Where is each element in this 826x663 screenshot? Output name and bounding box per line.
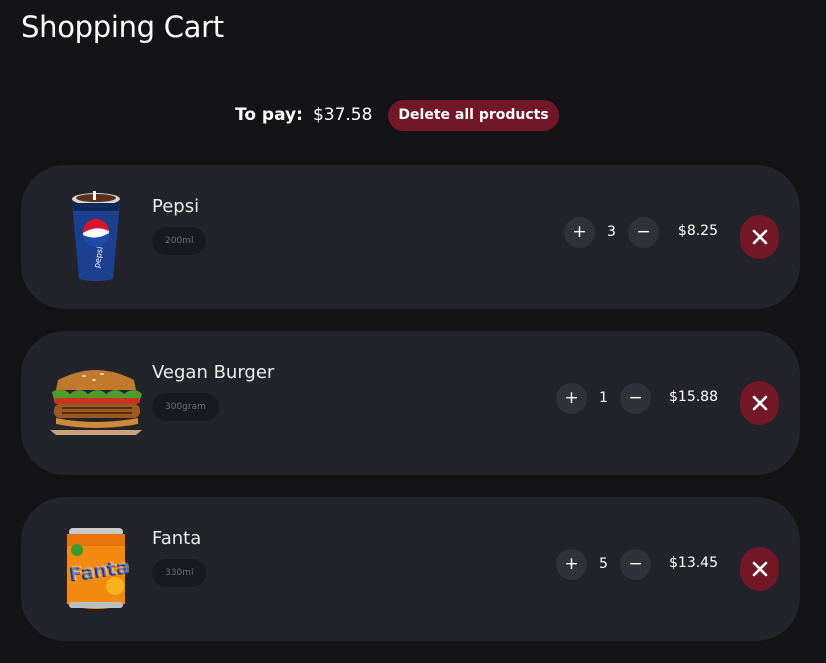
decrease-quantity-button[interactable]: − <box>628 216 659 248</box>
size-badge: 330ml <box>152 559 207 587</box>
increase-quantity-button[interactable]: + <box>564 216 595 248</box>
item-name: Fanta <box>152 528 202 549</box>
close-icon <box>752 561 767 577</box>
burger-icon <box>41 347 151 459</box>
quantity-stepper: + 1 − <box>556 382 651 414</box>
item-price: $15.88 <box>669 389 718 405</box>
cart-item-pepsi: pepsi Pepsi 200ml + 3 − $8.25 <box>21 165 800 309</box>
item-name: Vegan Burger <box>152 362 275 383</box>
decrease-quantity-button[interactable]: − <box>620 382 651 414</box>
item-price: $8.25 <box>677 223 718 239</box>
remove-item-button[interactable] <box>740 215 779 259</box>
cart-summary: To pay: $37.58 Delete all products <box>235 99 559 131</box>
increase-quantity-button[interactable]: + <box>556 548 587 580</box>
fanta-can-icon: Fanta Fanta <box>41 513 151 625</box>
to-pay-label: To pay: <box>235 105 303 125</box>
quantity-stepper: + 5 − <box>556 548 651 580</box>
item-name: Pepsi <box>152 196 200 217</box>
cart-item-fanta: Fanta Fanta Fanta 330ml + 5 − $13.45 <box>21 497 800 641</box>
close-icon <box>752 229 767 245</box>
increase-quantity-button[interactable]: + <box>556 382 587 414</box>
pepsi-cup-icon: pepsi <box>41 181 151 293</box>
close-icon <box>752 395 767 411</box>
to-pay-value: $37.58 <box>312 105 373 125</box>
decrease-quantity-button[interactable]: − <box>620 548 651 580</box>
quantity-value: 1 <box>599 390 608 406</box>
delete-all-button[interactable]: Delete all products <box>388 99 559 131</box>
quantity-value: 3 <box>607 224 616 240</box>
item-price: $13.45 <box>669 555 718 571</box>
size-badge: 200ml <box>152 227 207 255</box>
quantity-stepper: + 3 − <box>564 216 659 248</box>
cart-list: pepsi Pepsi 200ml + 3 − $8.25 Vegan Burg… <box>21 165 800 663</box>
quantity-value: 5 <box>599 556 608 572</box>
page-title: Shopping Cart <box>21 10 224 44</box>
remove-item-button[interactable] <box>740 547 779 591</box>
size-badge: 300gram <box>152 393 219 421</box>
cart-item-vegan-burger: Vegan Burger 300gram + 1 − $15.88 <box>21 331 800 475</box>
remove-item-button[interactable] <box>740 381 779 425</box>
